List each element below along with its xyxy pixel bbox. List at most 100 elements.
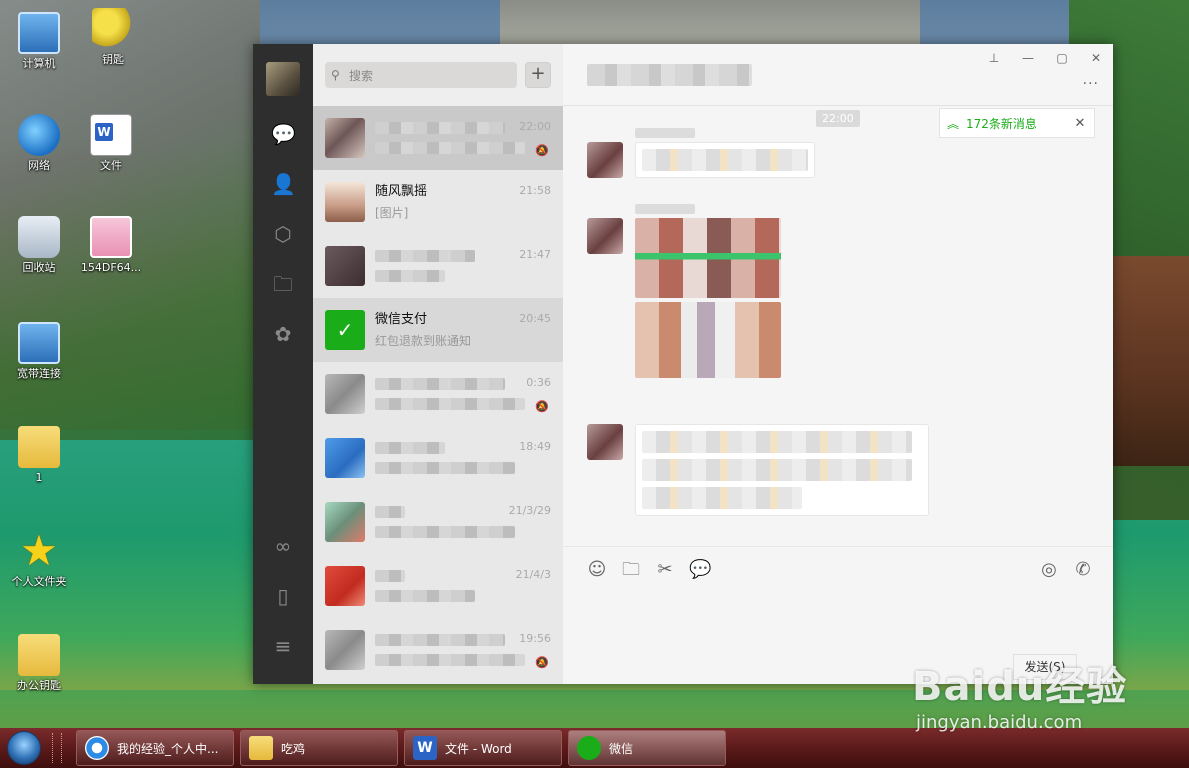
chat-item[interactable]: 21/3/29 (313, 490, 563, 554)
menu-icon[interactable]: ≡ (271, 634, 295, 658)
search-input[interactable]: ⚲ 搜索 (325, 62, 517, 88)
windows-logo-icon (7, 731, 41, 765)
wechat-pay-icon: ✓ (325, 310, 365, 350)
chat-list: ⚲ 搜索 + 22:00 🔕 随风飘摇 [图片] 21:58 21:47 ✓ 微信… (313, 44, 563, 684)
favorites-cube-icon[interactable]: ⬡ (271, 222, 295, 246)
taskbar-item-wechat[interactable]: 微信 (568, 730, 726, 766)
conversation-title (587, 64, 752, 86)
more-options-button[interactable]: ··· (1083, 76, 1099, 92)
chat-preview (375, 270, 445, 282)
chat-preview: 红包退款到账通知 (375, 334, 472, 348)
folder-icon (249, 736, 273, 760)
word-icon: W (413, 736, 437, 760)
browser-icon (85, 736, 109, 760)
taskbar-grip (52, 733, 62, 763)
message (587, 418, 929, 528)
desktop-icon-recycle-bin[interactable]: 回收站 (0, 216, 78, 275)
mute-bell-icon: 🔕 (535, 656, 549, 669)
network-icon (18, 114, 60, 156)
chat-time: 21:58 (519, 184, 551, 197)
image-message[interactable] (635, 218, 781, 378)
phone-icon[interactable]: ▯ (271, 584, 295, 608)
sender-avatar[interactable] (587, 424, 623, 460)
chat-item[interactable]: 18:49 (313, 426, 563, 490)
chat-item[interactable]: 21:47 (313, 234, 563, 298)
taskbar-item-word[interactable]: W 文件 - Word (404, 730, 562, 766)
chat-preview (375, 462, 515, 474)
photo-thumbnail-icon (90, 216, 132, 258)
taskbar-item-folder[interactable]: 吃鸡 (240, 730, 398, 766)
folder-icon[interactable]: 🗀 (621, 559, 641, 581)
chat-time: 18:49 (519, 440, 551, 453)
add-button[interactable]: + (525, 62, 551, 88)
folder-icon[interactable]: 🗀 (271, 272, 295, 296)
chat-avatar (325, 374, 365, 414)
wallpaper-cabin (1113, 256, 1189, 466)
mute-bell-icon: 🔕 (535, 400, 549, 413)
chat-time: 21:47 (519, 248, 551, 261)
recycle-bin-icon (18, 216, 60, 258)
chat-name (375, 378, 505, 390)
time-divider: 22:00 (816, 110, 860, 127)
sender-name (635, 128, 695, 138)
emoji-icon[interactable]: ☺ (587, 559, 607, 581)
desktop-icon-computer[interactable]: 计算机 (0, 12, 78, 71)
chat-history-icon[interactable]: 💬 (689, 559, 711, 581)
computer-icon (18, 12, 60, 54)
chat-item[interactable]: ✓ 微信支付 红包退款到账通知 20:45 (313, 298, 563, 362)
desktop-icon-broadband[interactable]: 宽带连接 (0, 322, 78, 381)
chat-time: 0:36 (526, 376, 551, 389)
chat-preview (375, 654, 525, 666)
desktop-icon-file[interactable]: 文件 (72, 114, 150, 173)
desktop-icon-network[interactable]: 网络 (0, 114, 78, 173)
message-bubble[interactable] (635, 424, 929, 516)
maximize-button[interactable]: ▢ (1045, 48, 1079, 68)
wallpaper-mountain (500, 0, 920, 48)
minimize-button[interactable]: — (1011, 48, 1045, 68)
chat-name (375, 250, 475, 262)
window-controls: ⊥ — ▢ ✕ (977, 48, 1113, 68)
user-avatar[interactable] (266, 62, 300, 96)
message (587, 128, 847, 196)
chat-time: 22:00 (519, 120, 551, 133)
chat-bubble-icon[interactable]: 💬 (271, 122, 296, 146)
voice-call-icon[interactable]: ✆ (1073, 559, 1093, 581)
chat-name (375, 634, 505, 646)
chat-item[interactable]: 随风飘摇 [图片] 21:58 (313, 170, 563, 234)
chat-preview (375, 590, 475, 602)
sender-avatar[interactable] (587, 218, 623, 254)
moments-icon[interactable]: ✿ (271, 322, 295, 346)
live-icon[interactable]: ◎ (1039, 559, 1059, 581)
sender-name (635, 204, 695, 214)
taskbar-item-browser[interactable]: 我的经验_个人中... (76, 730, 234, 766)
chat-item[interactable]: 19:56 🔕 (313, 618, 563, 682)
chat-name (375, 122, 505, 134)
scissors-icon[interactable]: ✂ (655, 559, 675, 581)
wechat-sidebar: 💬 👤 ⬡ 🗀 ✿ ∞ ▯ ≡ (253, 44, 313, 684)
mini-program-icon[interactable]: ∞ (271, 534, 295, 558)
chat-preview: [图片] (375, 206, 409, 220)
contacts-icon[interactable]: 👤 (271, 172, 296, 196)
key-icon (92, 8, 134, 50)
close-icon[interactable]: ✕ (1066, 116, 1094, 131)
new-messages-banner[interactable]: ︽ 172条新消息 ✕ (939, 108, 1095, 138)
desktop-icon-photo[interactable]: 154DF64... (72, 216, 150, 275)
chat-item[interactable]: 21/4/3 (313, 554, 563, 618)
start-button[interactable] (0, 728, 48, 768)
desktop-icon-key[interactable]: 钥匙 (74, 8, 152, 67)
input-toolbar: ☺ 🗀 ✂ 💬 ◎ ✆ (563, 546, 1113, 592)
close-button[interactable]: ✕ (1079, 48, 1113, 68)
chat-avatar (325, 438, 365, 478)
chat-item[interactable]: 22:00 🔕 (313, 106, 563, 170)
desktop-icon-folder-1[interactable]: 1 (0, 426, 78, 485)
chat-item[interactable]: 0:36 🔕 (313, 362, 563, 426)
word-document-icon (90, 114, 132, 156)
chat-avatar (325, 118, 365, 158)
chat-time: 21/3/29 (508, 504, 551, 517)
sender-avatar[interactable] (587, 142, 623, 178)
chat-name (375, 442, 445, 454)
pin-icon[interactable]: ⊥ (977, 48, 1011, 68)
desktop-icon-office-key[interactable]: 办公钥匙 (0, 634, 78, 693)
message-bubble[interactable] (635, 142, 815, 178)
desktop-icon-personal-folder[interactable]: ★ 个人文件夹 (0, 530, 78, 589)
